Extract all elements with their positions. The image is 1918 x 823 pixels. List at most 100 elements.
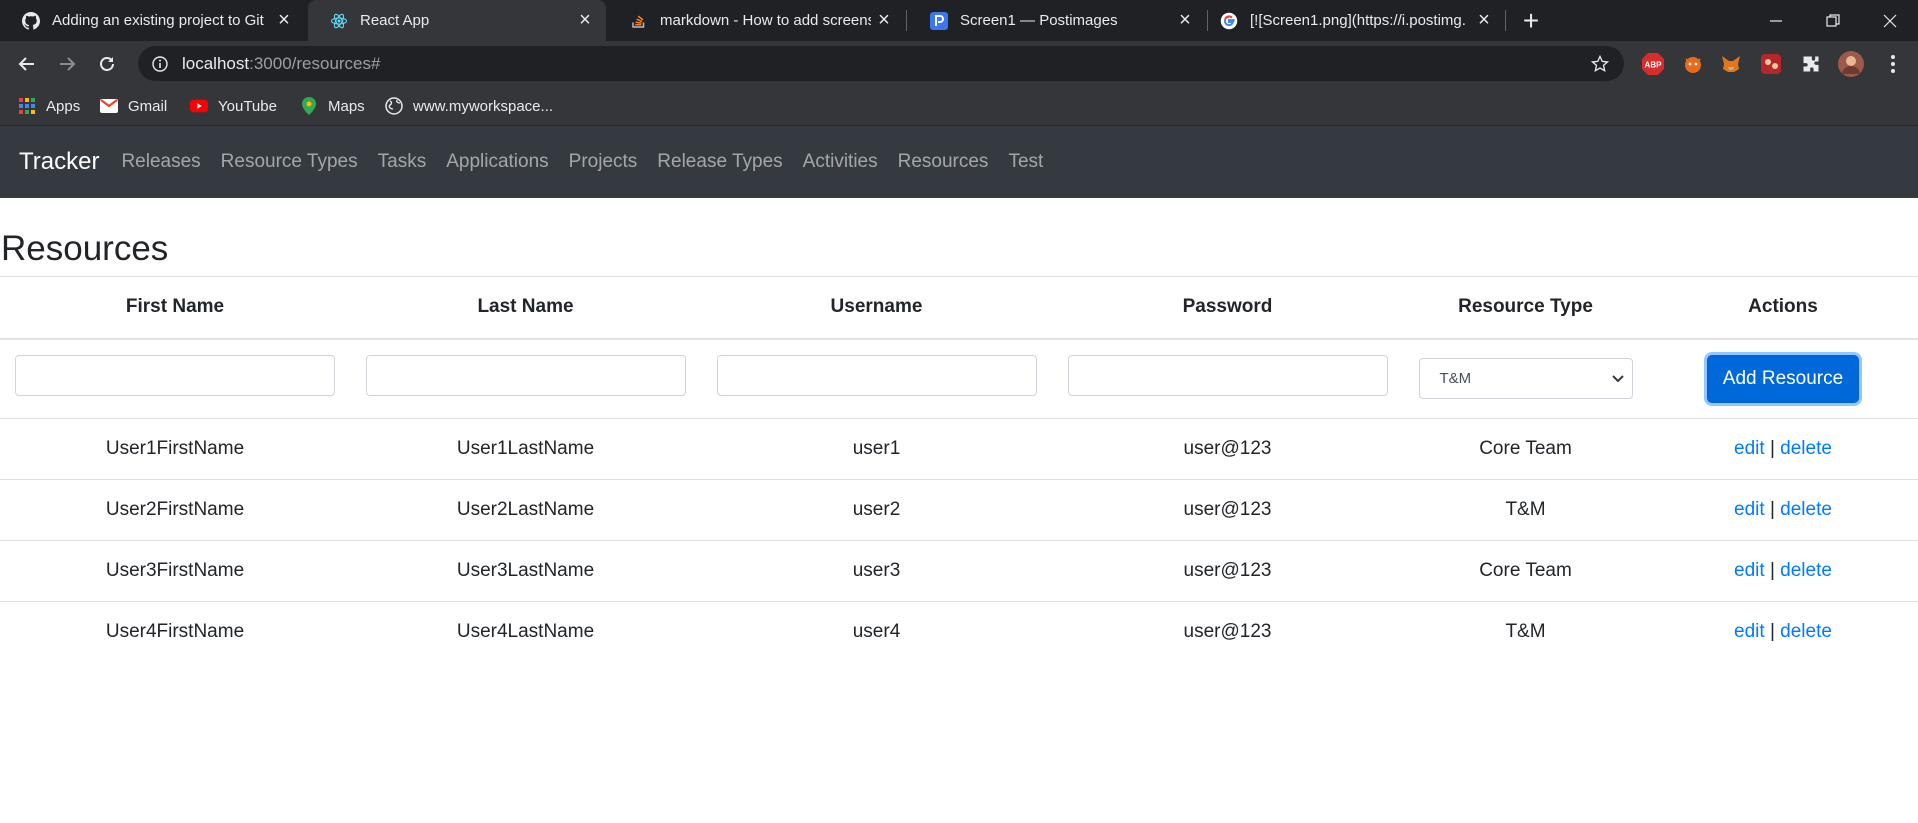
reload-icon[interactable]	[90, 47, 124, 81]
globe-icon	[385, 97, 403, 115]
cell-actions: edit | delete	[1648, 418, 1918, 480]
tab-github[interactable]: Adding an existing project to Git ×	[0, 0, 305, 41]
delete-link[interactable]: delete	[1780, 438, 1832, 459]
github-icon	[22, 11, 40, 30]
extension-app-icon[interactable]	[1758, 51, 1784, 77]
column-header-password: Password	[1052, 276, 1403, 340]
address-bar[interactable]: localhost:3000/resources#	[138, 46, 1624, 81]
cell-password: user@123	[1052, 540, 1403, 602]
cell-username: user4	[701, 601, 1052, 663]
delete-link[interactable]: delete	[1780, 499, 1832, 520]
edit-link[interactable]: edit	[1734, 438, 1765, 459]
nav-link-releases[interactable]: Releases	[111, 151, 210, 173]
profile-avatar-icon[interactable]	[1838, 51, 1864, 77]
react-icon	[330, 12, 348, 30]
nav-link-tasks[interactable]: Tasks	[368, 151, 437, 173]
navbar-brand[interactable]: Tracker	[19, 148, 99, 176]
forward-arrow-icon[interactable]	[50, 47, 84, 81]
column-header-resource-type: Resource Type	[1403, 276, 1648, 340]
add-resource-button[interactable]: Add Resource	[1706, 354, 1860, 403]
delete-link[interactable]: delete	[1780, 560, 1832, 581]
username-input[interactable]	[716, 355, 1037, 397]
chevron-down-icon	[1611, 370, 1624, 387]
cell-username: user3	[701, 540, 1052, 602]
back-arrow-icon[interactable]	[10, 47, 44, 81]
bookmark-label: Apps	[46, 97, 81, 115]
tab-stackoverflow[interactable]: markdown - How to add screens ×	[608, 0, 905, 41]
tab-postimages[interactable]: Screen1 — Postimages ×	[908, 0, 1206, 41]
bookmark-star-icon[interactable]	[1590, 54, 1610, 79]
gmail-icon	[100, 97, 118, 115]
tab-react-app[interactable]: React App ×	[308, 0, 606, 41]
cell-first-name: User1FirstName	[0, 418, 350, 480]
last-name-input[interactable]	[365, 355, 686, 397]
postimages-icon	[930, 11, 948, 30]
cell-last-name: User1LastName	[350, 418, 701, 480]
table-row: User1FirstName User1LastName user1 user@…	[0, 418, 1918, 480]
tab-title: [![Screen1.png](https://i.postimg.	[1250, 12, 1466, 29]
nav-link-resource-types[interactable]: Resource Types	[211, 151, 368, 173]
resource-type-select[interactable]: T&M	[1418, 358, 1633, 400]
cell-resource-type: T&M	[1403, 479, 1648, 541]
nav-link-resources[interactable]: Resources	[888, 151, 999, 173]
cell-actions: edit | delete	[1648, 479, 1918, 541]
nav-link-activities[interactable]: Activities	[793, 151, 888, 173]
menu-kebab-icon[interactable]	[1880, 51, 1906, 77]
bookmark-label: Gmail	[128, 97, 168, 115]
cell-username: user1	[701, 418, 1052, 480]
table-row: User4FirstName User4LastName user4 user@…	[0, 601, 1918, 663]
password-input[interactable]	[1067, 355, 1388, 397]
edit-link[interactable]: edit	[1734, 621, 1765, 642]
tab-title: Adding an existing project to Git	[52, 12, 264, 29]
cell-password: user@123	[1052, 418, 1403, 480]
cell-password: user@123	[1052, 479, 1403, 541]
restore-icon[interactable]	[1805, 0, 1861, 41]
bookmark-myworkspace[interactable]: www.myworkspace...	[385, 86, 553, 126]
nav-link-projects[interactable]: Projects	[559, 151, 648, 173]
edit-link[interactable]: edit	[1734, 499, 1765, 520]
cell-actions: edit | delete	[1648, 601, 1918, 663]
bookmark-maps[interactable]: Maps	[300, 86, 365, 126]
metamask-icon[interactable]	[1718, 51, 1744, 77]
close-icon[interactable]: ×	[1471, 8, 1497, 34]
info-icon[interactable]	[152, 55, 168, 72]
delete-link[interactable]: delete	[1780, 621, 1832, 642]
bookmark-apps[interactable]: Apps	[18, 86, 80, 126]
app-navbar: Tracker Releases Resource Types Tasks Ap…	[0, 126, 1918, 198]
bookmark-gmail[interactable]: Gmail	[100, 86, 167, 126]
cell-first-name: User4FirstName	[0, 601, 350, 663]
new-tab-plus-icon[interactable]: +	[1516, 5, 1546, 36]
column-header-actions: Actions	[1648, 276, 1918, 340]
cell-first-name: User2FirstName	[0, 479, 350, 541]
extension-fox-icon[interactable]	[1680, 51, 1706, 77]
action-separator: |	[1769, 438, 1775, 459]
tab-google[interactable]: [![Screen1.png](https://i.postimg. ×	[1198, 0, 1505, 41]
column-header-username: Username	[701, 276, 1052, 340]
window-close-icon[interactable]	[1862, 0, 1918, 41]
column-header-first-name: First Name	[0, 276, 350, 340]
close-icon[interactable]: ×	[572, 8, 598, 34]
cell-last-name: User4LastName	[350, 601, 701, 663]
bookmark-youtube[interactable]: YouTube	[190, 86, 277, 126]
nav-link-applications[interactable]: Applications	[436, 151, 558, 173]
edit-link[interactable]: edit	[1734, 560, 1765, 581]
extensions-puzzle-icon[interactable]	[1798, 51, 1824, 77]
close-icon[interactable]: ×	[871, 8, 897, 34]
cell-first-name: User3FirstName	[0, 540, 350, 602]
cell-password: user@123	[1052, 601, 1403, 663]
close-icon[interactable]: ×	[1172, 8, 1198, 34]
youtube-icon	[190, 97, 208, 115]
page-title: Resources	[1, 229, 169, 268]
tab-title: Screen1 — Postimages	[960, 12, 1118, 29]
nav-link-test[interactable]: Test	[998, 151, 1053, 173]
bookmarks-bar: Apps Gmail YouTube Maps www.myworkspace.…	[0, 86, 1918, 126]
tab-title: markdown - How to add screens	[660, 12, 871, 29]
first-name-input[interactable]	[15, 355, 335, 397]
minimize-icon[interactable]	[1748, 0, 1804, 41]
tab-title: React App	[360, 12, 430, 29]
close-icon[interactable]: ×	[271, 8, 297, 34]
adblock-plus-icon[interactable]: ABP	[1640, 51, 1666, 77]
table-header-row: First Name Last Name Username Password R…	[0, 276, 1918, 340]
nav-link-release-types[interactable]: Release Types	[647, 151, 792, 173]
cell-last-name: User3LastName	[350, 540, 701, 602]
